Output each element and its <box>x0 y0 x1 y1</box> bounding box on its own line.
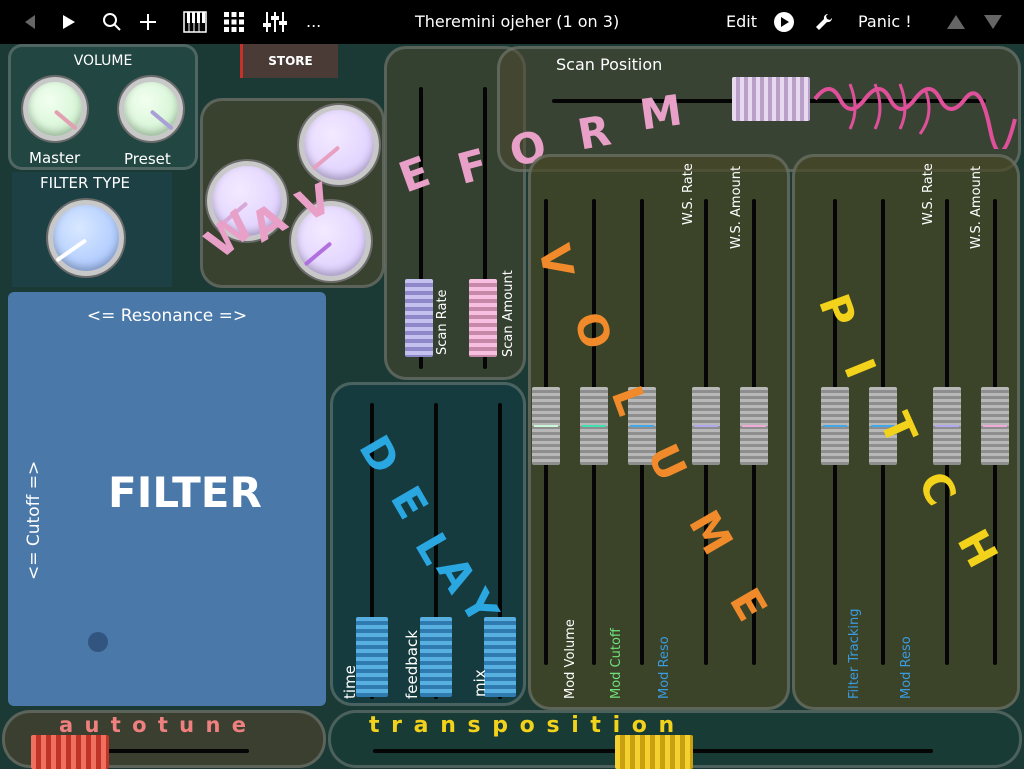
delay-feedback-thumb[interactable] <box>420 617 452 697</box>
back-arrow-icon[interactable] <box>18 10 42 34</box>
filter-tracking-thumb[interactable] <box>821 387 849 465</box>
keyboard-icon[interactable] <box>182 10 208 34</box>
delay-feedback-label: feedback <box>403 630 421 699</box>
volume-ws-amount-thumb[interactable] <box>740 387 768 465</box>
scan-amount-label: Scan Amount <box>501 270 516 357</box>
filter-type-knob-indicator <box>55 238 88 263</box>
volume-title: VOLUME <box>73 53 133 69</box>
filter-pad-cursor[interactable] <box>88 632 108 652</box>
volume-ws-amount-label: W.S. Amount <box>729 165 744 249</box>
search-icon[interactable] <box>100 10 124 34</box>
cutoff-label: <= Cutoff => <box>24 460 44 580</box>
pitch-ws-rate-label: W.S. Rate <box>921 163 936 225</box>
filter-pad-label: FILTER <box>108 468 262 517</box>
mod-volume-label: Mod Volume <box>563 619 578 699</box>
volume-ws-rate-thumb[interactable] <box>692 387 720 465</box>
waveform-scribble-icon <box>813 83 1017 149</box>
grid-icon[interactable] <box>222 10 246 34</box>
mixer-icon[interactable] <box>262 10 292 34</box>
transposition-panel: t r a n s p o s i t i o n <box>328 710 1022 769</box>
autotune-thumb[interactable] <box>31 735 109 769</box>
wrench-icon[interactable] <box>812 10 836 34</box>
master-knob[interactable] <box>23 77 87 141</box>
waveform-letter-m: M <box>636 85 686 140</box>
pitch-ws-amount-label: W.S. Amount <box>969 165 984 249</box>
preset-label: Preset <box>124 150 171 168</box>
pitch-ws-amount-thumb[interactable] <box>981 387 1009 465</box>
autotune-panel: a u t o t u n e <box>2 710 326 769</box>
pitch-ws-rate-thumb[interactable] <box>933 387 961 465</box>
scan-position-title: Scan Position <box>556 55 663 74</box>
volume-ws-rate-label: W.S. Rate <box>681 163 696 225</box>
store-button[interactable]: STORE <box>240 44 338 78</box>
pitch-mod-reso-label: Mod Reso <box>899 636 914 699</box>
waveform-knob-3-indicator <box>303 241 333 267</box>
up-arrow-icon[interactable] <box>945 10 967 34</box>
waveform-knob-2[interactable] <box>299 105 379 185</box>
filter-xy-pad[interactable]: <= Resonance => FILTER <= Cutoff => <box>8 292 326 706</box>
top-toolbar: ... Theremini ojeher (1 on 3) Edit Panic… <box>0 0 1024 44</box>
scan-amount-thumb[interactable] <box>469 279 497 357</box>
autotune-label: a u t o t u n e <box>59 713 248 737</box>
mod-volume-thumb[interactable] <box>532 387 560 465</box>
delay-time-label: time <box>341 665 359 699</box>
filter-type-knob[interactable] <box>48 200 124 276</box>
panic-button[interactable]: Panic ! <box>858 12 912 31</box>
scan-position-thumb[interactable] <box>732 77 810 121</box>
scan-rate-thumb[interactable] <box>405 279 433 357</box>
more-menu[interactable]: ... <box>306 12 321 31</box>
edit-button[interactable]: Edit <box>726 12 757 31</box>
mod-cutoff-label: Mod Cutoff <box>609 628 624 699</box>
master-knob-indicator <box>53 109 78 131</box>
volume-mod-panel: Mod Volume Mod Cutoff Mod Reso W.S. Rate… <box>528 154 790 710</box>
transposition-thumb[interactable] <box>615 735 693 769</box>
add-icon[interactable] <box>136 10 160 34</box>
preset-knob-indicator <box>149 109 174 131</box>
filter-type-panel: FILTER TYPE <box>12 172 172 287</box>
play-circle-icon[interactable] <box>772 10 796 34</box>
down-arrow-icon[interactable] <box>982 10 1004 34</box>
filter-tracking-label: Filter Tracking <box>847 608 862 699</box>
delay-mix-label: mix <box>471 669 489 697</box>
mod-reso-label: Mod Reso <box>657 636 672 699</box>
preset-knob[interactable] <box>119 77 183 141</box>
resonance-label: <= Resonance => <box>86 306 248 326</box>
play-icon[interactable] <box>56 10 80 34</box>
waveform-knob-2-indicator <box>311 145 341 171</box>
volume-panel: VOLUME Master Preset <box>8 44 198 170</box>
master-label: Master <box>29 149 81 167</box>
autotune-track[interactable] <box>99 749 249 753</box>
preset-title[interactable]: Theremini ojeher (1 on 3) <box>415 12 619 31</box>
scan-rate-label: Scan Rate <box>435 289 450 355</box>
filter-type-title: FILTER TYPE <box>40 174 131 192</box>
delay-time-thumb[interactable] <box>356 617 388 697</box>
